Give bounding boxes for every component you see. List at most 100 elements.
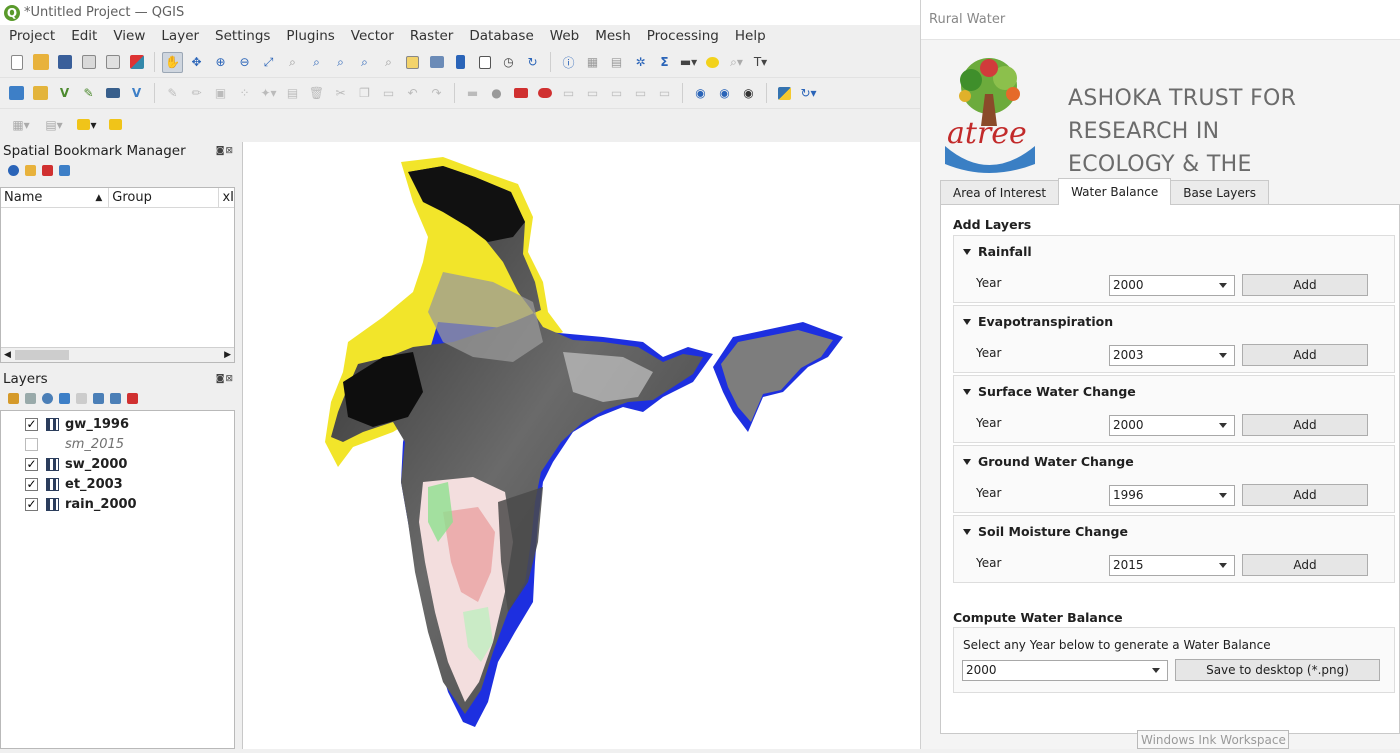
save-layer-edits-icon[interactable]: ▣ [210, 83, 231, 104]
add-group-icon[interactable] [25, 392, 36, 404]
menu-view[interactable]: View [104, 28, 152, 44]
zoom-in-icon[interactable]: ⊕ [210, 52, 231, 73]
menu-project[interactable]: Project [0, 28, 62, 44]
zoom-full-icon[interactable]: ⤢ [258, 52, 279, 73]
remove-layer-icon[interactable] [127, 392, 138, 404]
bookmark-table[interactable]: Name ▲ Group xI ◀ ▶ [0, 187, 235, 363]
identify-features-icon[interactable]: ⓘ [558, 52, 579, 73]
evapotranspiration-header[interactable]: Evapotranspiration [963, 314, 1113, 329]
current-edits-icon[interactable]: ✎ [162, 83, 183, 104]
zoom-native-icon[interactable]: ⌕ [330, 52, 351, 73]
ground-water-year-select[interactable]: 1996 [1109, 485, 1235, 506]
column-name[interactable]: Name ▲ [1, 188, 110, 207]
panel-float-close-icon[interactable]: ◙⊠ [216, 146, 238, 156]
open-attribute-table-icon[interactable]: ▦ [582, 52, 603, 73]
map-tips-icon[interactable] [702, 52, 723, 73]
layer-item-sw_2000[interactable]: ✓ sw_2000 [1, 454, 234, 474]
add-feature-icon[interactable]: ⁘ [234, 83, 255, 104]
highlight-label-icon[interactable]: ▭ [558, 83, 579, 104]
layers-float-close-icon[interactable]: ◙⊠ [216, 374, 238, 384]
plugin-reload-icon[interactable]: ↻▾ [798, 83, 819, 104]
globe-info-icon[interactable]: ◉ [714, 83, 735, 104]
save-project-icon[interactable] [54, 52, 75, 73]
evapotranspiration-add-button[interactable]: Add [1242, 344, 1368, 366]
menu-raster[interactable]: Raster [401, 28, 461, 44]
menu-help[interactable]: Help [726, 28, 773, 44]
menu-database[interactable]: Database [460, 28, 540, 44]
sum-statistics-icon[interactable]: Σ [654, 52, 675, 73]
surface-water-header[interactable]: Surface Water Change [963, 384, 1136, 399]
filter-legend-icon[interactable] [59, 392, 70, 404]
menu-plugins[interactable]: Plugins [277, 28, 341, 44]
layer-item-gw_1996[interactable]: ✓ gw_1996 [1, 414, 234, 434]
measure-line-icon[interactable]: ▬▾ [678, 52, 699, 73]
text-annotation-icon[interactable]: T▾ [750, 52, 771, 73]
new-temporary-layer-icon[interactable]: V [126, 83, 147, 104]
rainfall-year-select[interactable]: 2000 [1109, 275, 1235, 296]
zoom-to-bookmark-icon[interactable] [8, 164, 19, 176]
copy-features-icon[interactable]: ❐ [354, 83, 375, 104]
new-print-layout-icon[interactable] [78, 52, 99, 73]
undo-icon[interactable]: ↶ [402, 83, 423, 104]
zoom-to-selection-icon[interactable]: ⌕ [282, 52, 303, 73]
deselect-features-icon[interactable]: ▾ [72, 114, 102, 135]
label-toolbar-icon[interactable]: ▬ [462, 83, 483, 104]
move-label-icon[interactable]: ▭ [630, 83, 651, 104]
scroll-left-icon[interactable]: ◀ [4, 350, 11, 360]
open-project-icon[interactable] [30, 52, 51, 73]
locator-dropdown-icon[interactable]: ⌕▾ [726, 52, 747, 73]
pan-map-icon[interactable]: ✋ [162, 51, 183, 73]
soil-moisture-header[interactable]: Soil Moisture Change [963, 524, 1128, 539]
new-project-icon[interactable] [6, 52, 27, 73]
scroll-right-icon[interactable]: ▶ [224, 350, 231, 360]
soil-moisture-add-button[interactable]: Add [1242, 554, 1368, 576]
modify-attributes-icon[interactable]: ▤ [282, 83, 303, 104]
label-pin-icon[interactable]: ● [486, 83, 507, 104]
delete-selected-icon[interactable]: 🗑 [306, 83, 327, 104]
show-bookmarks-icon[interactable] [474, 52, 495, 73]
save-to-desktop-button[interactable]: Save to desktop (*.png) [1175, 659, 1380, 681]
new-shapefile-icon[interactable]: V [54, 83, 75, 104]
add-bookmark-icon[interactable] [25, 164, 36, 176]
map-canvas[interactable] [242, 142, 920, 749]
style-manager-icon[interactable] [126, 52, 147, 73]
menu-vector[interactable]: Vector [342, 28, 401, 44]
menu-layer[interactable]: Layer [152, 28, 206, 44]
rotate-label-icon[interactable]: ▭ [654, 83, 675, 104]
ground-water-header[interactable]: Ground Water Change [963, 454, 1134, 469]
zoom-to-layer-icon[interactable]: ⌕ [306, 52, 327, 73]
zoom-last-icon[interactable]: ⌕ [354, 52, 375, 73]
new-spatialite-icon[interactable]: ✎ [78, 83, 99, 104]
surface-water-year-select[interactable]: 2000 [1109, 415, 1235, 436]
tab-water-balance[interactable]: Water Balance [1058, 178, 1172, 205]
import-export-bookmark-icon[interactable] [59, 164, 70, 176]
compute-year-select[interactable]: 2000 [962, 660, 1168, 681]
tab-base-layers[interactable]: Base Layers [1170, 180, 1269, 205]
new-bookmark-icon[interactable] [450, 52, 471, 73]
menu-mesh[interactable]: Mesh [586, 28, 638, 44]
layer-diagram-icon[interactable] [534, 83, 555, 104]
python-console-icon[interactable] [774, 83, 795, 104]
new-virtual-layer-icon[interactable] [102, 83, 123, 104]
layout-manager-icon[interactable] [102, 52, 123, 73]
new-map-view-icon[interactable] [402, 52, 423, 73]
layer-item-rain_2000[interactable]: ✓ rain_2000 [1, 494, 234, 514]
menu-settings[interactable]: Settings [206, 28, 277, 44]
toolbox-gear-icon[interactable]: ✲ [630, 52, 651, 73]
layer-visibility-checkbox[interactable]: ✓ [25, 497, 38, 511]
column-group[interactable]: Group [109, 188, 220, 207]
layer-item-sm_2015[interactable]: sm_2015 [1, 434, 234, 454]
expand-all-icon[interactable] [93, 392, 104, 404]
layer-visibility-checkbox[interactable] [25, 437, 38, 451]
show-hide-label-icon[interactable]: ▭ [606, 83, 627, 104]
manage-map-themes-icon[interactable] [42, 392, 53, 404]
cut-features-icon[interactable]: ✂ [330, 83, 351, 104]
ground-water-add-button[interactable]: Add [1242, 484, 1368, 506]
zoom-out-icon[interactable]: ⊖ [234, 52, 255, 73]
soil-moisture-year-select[interactable]: 2015 [1109, 555, 1235, 576]
globe-plugin-icon[interactable]: ◉ [690, 83, 711, 104]
select-location-icon[interactable] [105, 114, 126, 135]
delete-bookmark-icon[interactable] [42, 164, 53, 176]
paste-features-icon[interactable]: ▭ [378, 83, 399, 104]
pin-label-icon[interactable]: ▭ [582, 83, 603, 104]
